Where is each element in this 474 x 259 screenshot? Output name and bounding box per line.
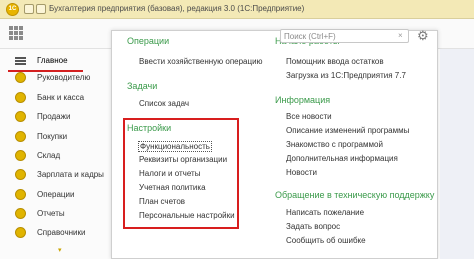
sidebar-item-salary[interactable]: Зарплата и кадры [0,165,112,184]
link-news[interactable]: Новости [286,168,317,177]
section-icon [15,111,26,122]
link-balance-wizard[interactable]: Помощник ввода остатков [286,57,384,66]
right-side-strip [440,49,474,259]
section-icon [15,150,26,161]
section-heading-operations: Операции [127,36,170,46]
sections-sidebar: Главное Руководителю Банк и касса Продаж… [0,49,112,259]
sidebar-item-bank[interactable]: Банк и касса [0,88,112,107]
section-icon [15,189,26,200]
link-task-list[interactable]: Список задач [139,99,189,108]
sidebar-more-icon[interactable]: ▾ [58,246,62,254]
sidebar-item-directories[interactable]: Справочники [0,223,112,242]
sidebar-item-operations[interactable]: Операции [0,185,112,204]
section-icon [15,131,26,142]
link-report-error[interactable]: Сообщить об ошибке [286,236,366,245]
link-ask-question[interactable]: Задать вопрос [286,222,340,231]
section-icon [15,72,26,83]
sidebar-item-label: Банк и касса [37,93,85,102]
link-additional-info[interactable]: Дополнительная информация [286,154,398,163]
settings-highlight-box [123,118,239,229]
section-icon [15,169,26,180]
toolbar-icon-2[interactable] [36,4,46,14]
section-heading-tasks: Задачи [127,81,158,91]
link-write-wish[interactable]: Написать пожелание [286,208,364,217]
sidebar-item-manager[interactable]: Руководителю [0,68,112,87]
section-icon [15,92,26,103]
sidebar-item-label: Отчеты [37,209,65,218]
sidebar-item-purchases[interactable]: Покупки [0,127,112,146]
link-import-77[interactable]: Загрузка из 1С:Предприятия 7.7 [286,71,406,80]
menu-icon [15,55,26,66]
app-logo-text: 1С [8,6,17,12]
section-icon [15,208,26,219]
sidebar-item-label: Склад [37,151,61,160]
window-title: Бухгалтерия предприятия (базовая), редак… [49,4,305,13]
toolbar-icon-1[interactable] [24,4,34,14]
sidebar-item-label: Справочники [37,228,86,237]
app-logo-icon: 1С [6,3,19,16]
section-icon [15,227,26,238]
section-heading-support: Обращение в техническую поддержку [275,190,435,200]
sidebar-item-label: Зарплата и кадры [37,170,104,179]
clear-search-icon[interactable]: × [398,31,403,40]
search-input[interactable]: Поиск (Ctrl+F) [280,29,409,43]
link-manual-operation[interactable]: Ввести хозяйственную операцию [139,57,263,66]
sidebar-item-label: Операции [37,190,75,199]
link-changes-description[interactable]: Описание изменений программы [286,126,409,135]
link-introduction[interactable]: Знакомство с программой [286,140,383,149]
sidebar-item-label: Покупки [37,132,68,141]
sidebar-item-label: Главное [37,56,68,65]
sections-grid-icon[interactable] [9,26,23,40]
sidebar-item-sales[interactable]: Продажи [0,107,112,126]
sidebar-item-reports[interactable]: Отчеты [0,204,112,223]
window-titlebar: 1С Бухгалтерия предприятия (базовая), ре… [0,0,474,19]
link-all-news[interactable]: Все новости [286,112,332,121]
sidebar-item-label: Руководителю [37,73,91,82]
gear-icon[interactable]: ⚙ [417,29,429,42]
sidebar-item-warehouse[interactable]: Склад [0,146,112,165]
sidebar-item-label: Продажи [37,112,71,121]
section-heading-info: Информация [275,95,331,105]
